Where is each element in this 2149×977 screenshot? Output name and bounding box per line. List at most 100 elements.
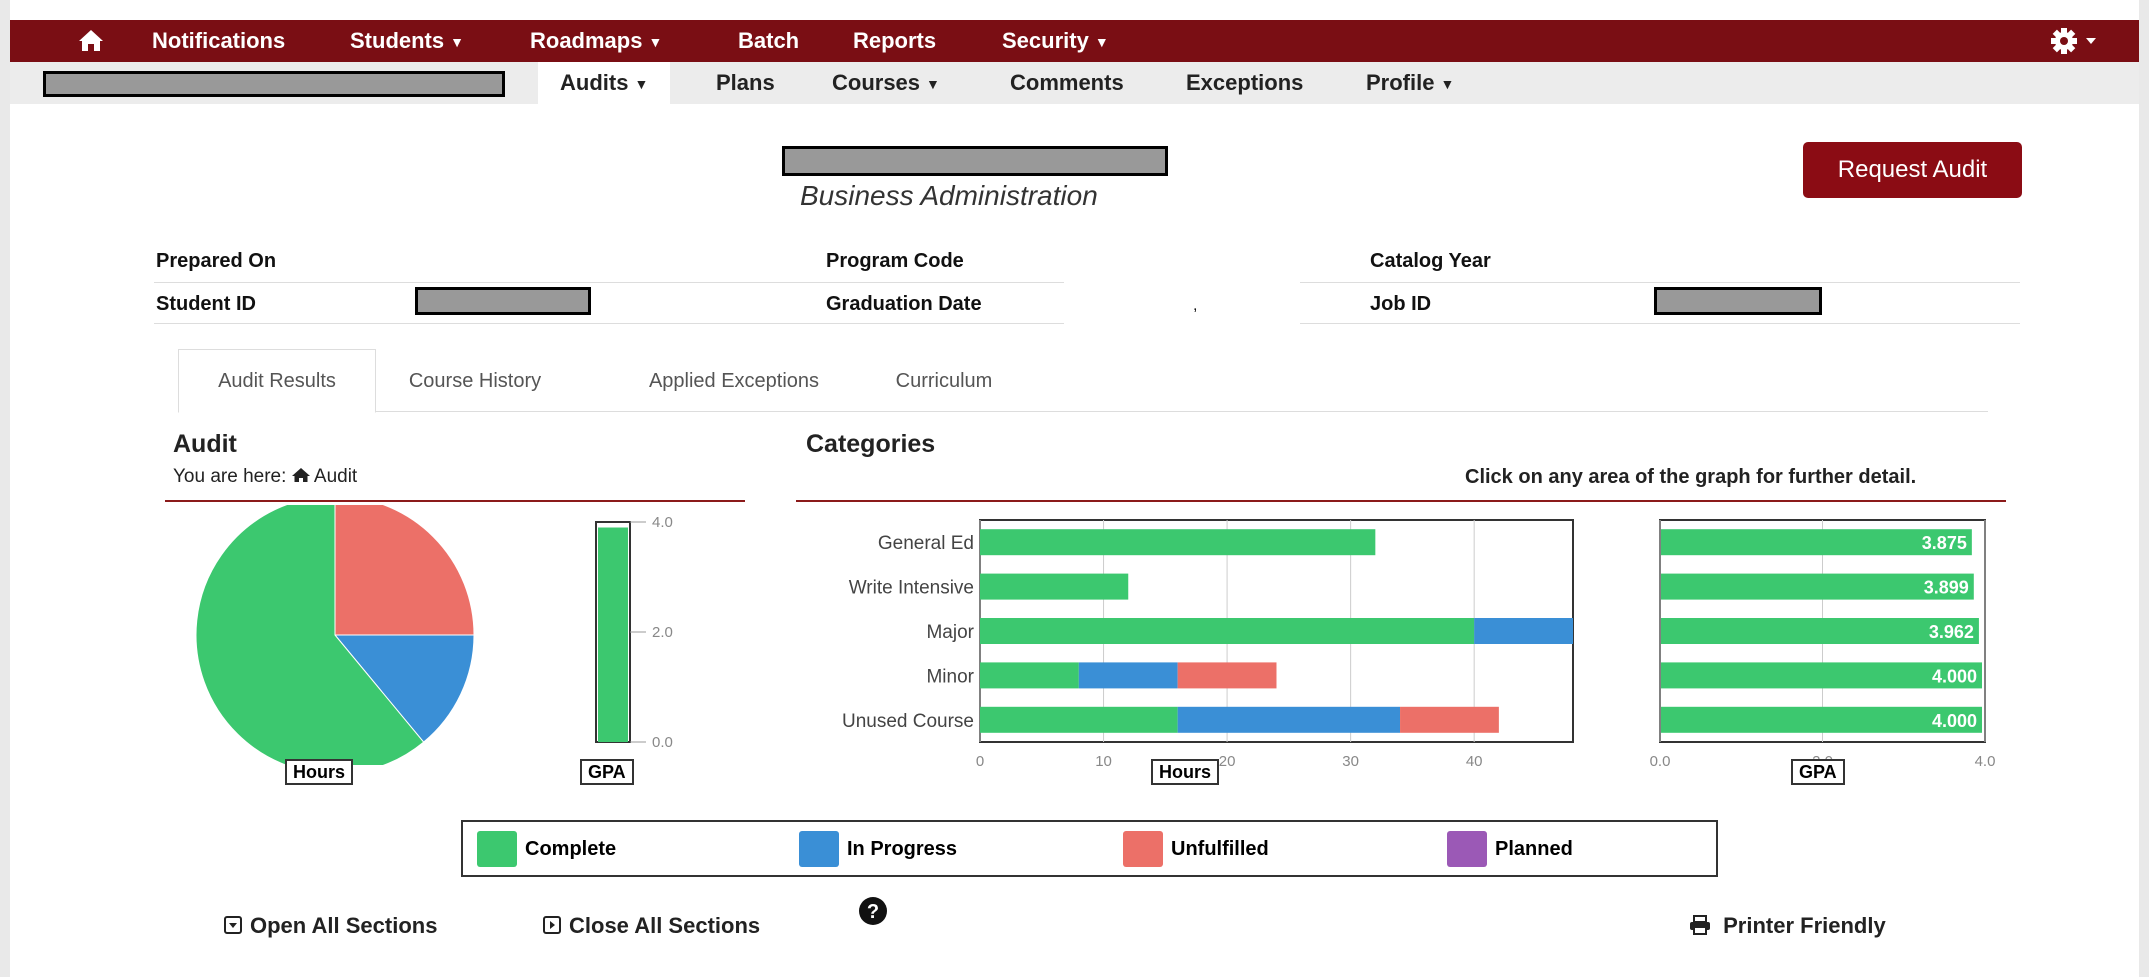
request-audit-button[interactable]: Request Audit bbox=[1803, 142, 2022, 198]
printer-icon bbox=[1689, 913, 1723, 938]
redacted-job-id bbox=[1654, 287, 1822, 315]
subnav-label: Plans bbox=[716, 70, 775, 95]
categories-hint: Click on any area of the graph for furth… bbox=[1465, 466, 1917, 488]
gpa-hbar-tick-label: 0.0 bbox=[1650, 753, 1671, 770]
caret-down-icon: ▼ bbox=[926, 76, 940, 93]
program-code-label: Program Code bbox=[826, 250, 964, 272]
close-all-sections-link[interactable]: Close All Sections bbox=[543, 913, 760, 939]
categories-divider bbox=[796, 500, 2006, 502]
printer-friendly-link[interactable]: Printer Friendly bbox=[1689, 913, 1886, 939]
caret-down-icon: ▼ bbox=[450, 34, 464, 51]
hbar-tick-label: 30 bbox=[1342, 753, 1359, 770]
hbar-xlabel: Hours bbox=[1151, 759, 1220, 785]
hbar-category-label: Minor bbox=[926, 666, 974, 687]
legend-in-progress-label: In Progress bbox=[847, 838, 958, 860]
tab-course-history[interactable]: Course History bbox=[400, 350, 550, 412]
catalog-year-label: Catalog Year bbox=[1370, 250, 1491, 272]
categories-heading: Categories bbox=[806, 430, 936, 458]
gpa-hbar-data-label: 4.000 bbox=[1932, 711, 1977, 731]
gpa-vbar bbox=[598, 527, 628, 742]
sub-navbar: Audits ▼ Plans Courses ▼ Comments Exceptio… bbox=[10, 62, 2139, 104]
student-id-label: Student ID bbox=[156, 293, 256, 315]
nav-reports[interactable]: Reports bbox=[853, 20, 936, 62]
redacted-student-id bbox=[415, 287, 591, 315]
breadcrumb-prefix: You are here: bbox=[173, 466, 287, 487]
legend-planned-swatch bbox=[1447, 831, 1487, 867]
open-all-sections-link[interactable]: Open All Sections bbox=[224, 913, 437, 939]
subnav-comments[interactable]: Comments bbox=[1010, 62, 1124, 104]
hbar-tick-label: 20 bbox=[1219, 753, 1236, 770]
divider bbox=[1300, 323, 2020, 324]
nav-label: Batch bbox=[738, 28, 800, 53]
hbar-segment bbox=[980, 573, 1129, 600]
categories-gpa-chart[interactable]: 0.02.04.03.8753.8993.9624.0004.000 bbox=[1630, 510, 2010, 770]
nav-students[interactable]: Students ▼ bbox=[350, 20, 464, 62]
subnav-label: Profile bbox=[1366, 70, 1435, 95]
gpa-hbar-xlabel: GPA bbox=[1791, 759, 1845, 785]
close-all-label: Close All Sections bbox=[569, 913, 761, 938]
legend-unfulfilled-label: Unfulfilled bbox=[1171, 838, 1269, 860]
printer-label: Printer Friendly bbox=[1723, 913, 1886, 938]
job-id-label: Job ID bbox=[1370, 293, 1432, 315]
legend-planned-label: Planned bbox=[1495, 838, 1573, 860]
settings-gear-icon[interactable] bbox=[2050, 20, 2106, 62]
help-question-icon[interactable]: ? bbox=[858, 896, 888, 931]
gpa-vbar-tick-label: 2.0 bbox=[652, 624, 673, 641]
divider bbox=[154, 323, 1064, 324]
tab-curriculum[interactable]: Curriculum bbox=[882, 350, 1006, 412]
hours-pie-chart[interactable] bbox=[180, 505, 480, 765]
collapse-square-icon bbox=[543, 916, 561, 935]
redacted-degree-title bbox=[782, 146, 1168, 176]
subnav-exceptions[interactable]: Exceptions bbox=[1186, 62, 1303, 104]
home-icon[interactable] bbox=[78, 20, 104, 62]
audit-divider bbox=[165, 500, 745, 502]
svg-text:?: ? bbox=[867, 901, 879, 923]
expand-square-icon bbox=[224, 916, 242, 935]
nav-roadmaps[interactable]: Roadmaps ▼ bbox=[530, 20, 662, 62]
prepared-on-label: Prepared On bbox=[156, 250, 277, 272]
gpa-vbar-xlabel: GPA bbox=[580, 759, 634, 785]
caret-down-icon: ▼ bbox=[648, 34, 663, 51]
hbar-segment bbox=[1078, 662, 1178, 689]
hbar-segment bbox=[1400, 706, 1499, 733]
subnav-label: Courses bbox=[832, 70, 921, 95]
redacted-student-name bbox=[43, 71, 505, 97]
graduation-date-value: , bbox=[1193, 297, 1198, 314]
hbar-segment bbox=[1177, 706, 1401, 733]
gpa-hbar-data-label: 3.962 bbox=[1929, 622, 1974, 642]
breadcrumb-audit-link[interactable]: Audit bbox=[314, 466, 357, 487]
subnav-audits[interactable]: Audits ▼ bbox=[538, 62, 671, 104]
subnav-label: Audits bbox=[560, 70, 629, 95]
tab-applied-exceptions[interactable]: Applied Exceptions bbox=[622, 350, 846, 412]
categories-hours-chart[interactable]: 0 10 20 30 40 General Ed Write Intensive Major M… bbox=[790, 510, 1590, 770]
page: Notifications Students ▼ Roadmaps ▼ Batch … bbox=[10, 0, 2139, 977]
gpa-hbar-data-label: 3.899 bbox=[1924, 578, 1969, 598]
hbar-tick-label: 10 bbox=[1095, 753, 1112, 770]
caret-down-icon: ▼ bbox=[1440, 76, 1455, 93]
tab-audit-results[interactable]: Audit Results bbox=[178, 349, 376, 413]
legend-complete-swatch bbox=[477, 831, 517, 867]
graduation-date-label: Graduation Date bbox=[826, 293, 982, 315]
subnav-label: Comments bbox=[1010, 70, 1124, 95]
nav-notifications[interactable]: Notifications bbox=[152, 20, 285, 62]
nav-label: Security bbox=[1002, 28, 1089, 53]
audit-heading: Audit bbox=[173, 430, 237, 458]
subnav-plans[interactable]: Plans bbox=[716, 62, 775, 104]
legend-unfulfilled-swatch bbox=[1123, 831, 1163, 867]
hbar-category-label: Major bbox=[926, 622, 974, 643]
divider bbox=[154, 282, 1064, 283]
hbar-tick-label: 40 bbox=[1466, 753, 1483, 770]
subnav-profile[interactable]: Profile ▼ bbox=[1366, 62, 1454, 104]
hbar-tick-label: 0 bbox=[976, 753, 984, 770]
subnav-courses[interactable]: Courses ▼ bbox=[832, 62, 940, 104]
nav-security[interactable]: Security ▼ bbox=[1002, 20, 1109, 62]
nav-label: Reports bbox=[853, 28, 937, 53]
chart-legend: Complete In Progress Unfulfilled Planned bbox=[461, 820, 1718, 877]
gpa-vbar-tick-label: 4.0 bbox=[652, 514, 673, 531]
caret-down-icon: ▼ bbox=[634, 76, 649, 93]
hbar-segment bbox=[980, 662, 1079, 689]
gpa-vbar-tick-label: 0.0 bbox=[652, 734, 673, 751]
gpa-vertical-chart[interactable]: 0.0 2.0 4.0 bbox=[550, 510, 700, 760]
legend-complete-label: Complete bbox=[525, 838, 617, 860]
nav-batch[interactable]: Batch bbox=[738, 20, 799, 62]
